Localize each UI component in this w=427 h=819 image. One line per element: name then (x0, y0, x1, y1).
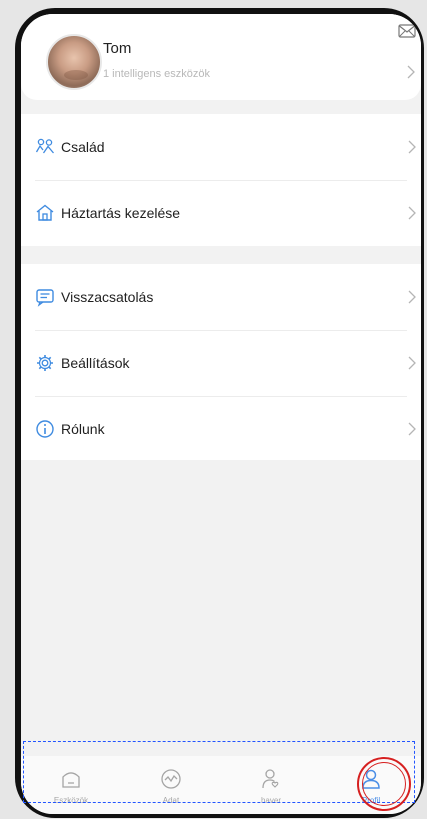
app-screen: Tom 1 intelligens eszközök Család Háztar… (21, 14, 421, 814)
menu-group-settings: Visszacsatolás Beállítások Rólunk (21, 264, 421, 460)
home-icon (36, 204, 54, 221)
bottom-tab-bar: Eszközök Adat haver Profil (21, 756, 421, 814)
menu-label: Háztartás kezelése (61, 205, 181, 221)
menu-label: Rólunk (61, 421, 105, 437)
tab-devices[interactable]: Eszközök (21, 756, 121, 814)
tab-label: Profil (361, 796, 381, 805)
menu-item-feedback[interactable]: Visszacsatolás (21, 264, 421, 330)
avatar-face (64, 70, 88, 80)
tab-label: Eszközök (53, 796, 89, 805)
menu-item-household[interactable]: Háztartás kezelése (21, 180, 421, 246)
data-icon (161, 769, 181, 789)
chevron-right-icon (408, 290, 416, 304)
tab-data[interactable]: Adat (121, 756, 221, 814)
user-name: Tom (103, 40, 132, 57)
menu-item-settings[interactable]: Beállítások (21, 330, 421, 396)
menu-label: Visszacsatolás (61, 289, 154, 305)
device-count: 1 intelligens eszközök (103, 68, 211, 80)
tab-label: haver (260, 796, 281, 805)
friend-icon (262, 769, 279, 789)
profile-card[interactable]: Tom 1 intelligens eszközök (21, 14, 421, 100)
chevron-right-icon (407, 65, 415, 79)
feedback-icon (36, 289, 54, 307)
family-icon (35, 138, 54, 154)
menu-item-about[interactable]: Rólunk (21, 396, 421, 462)
menu-item-family[interactable]: Család (21, 114, 421, 180)
chevron-right-icon (408, 356, 416, 370)
settings-icon (37, 355, 53, 371)
avatar[interactable] (46, 34, 102, 90)
tab-label: Adat (162, 796, 180, 805)
profile-icon (362, 769, 380, 789)
chevron-right-icon (408, 140, 416, 154)
tab-profile[interactable]: Profil (321, 756, 421, 814)
info-icon (36, 420, 54, 438)
chevron-right-icon (408, 206, 416, 220)
chevron-right-icon (408, 422, 416, 436)
menu-label: Beállítások (61, 355, 130, 371)
tab-friend[interactable]: haver (221, 756, 321, 814)
menu-group-family: Család Háztartás kezelése (21, 114, 421, 246)
mail-icon[interactable] (398, 24, 416, 38)
devices-icon (62, 772, 80, 788)
menu-label: Család (61, 139, 105, 155)
